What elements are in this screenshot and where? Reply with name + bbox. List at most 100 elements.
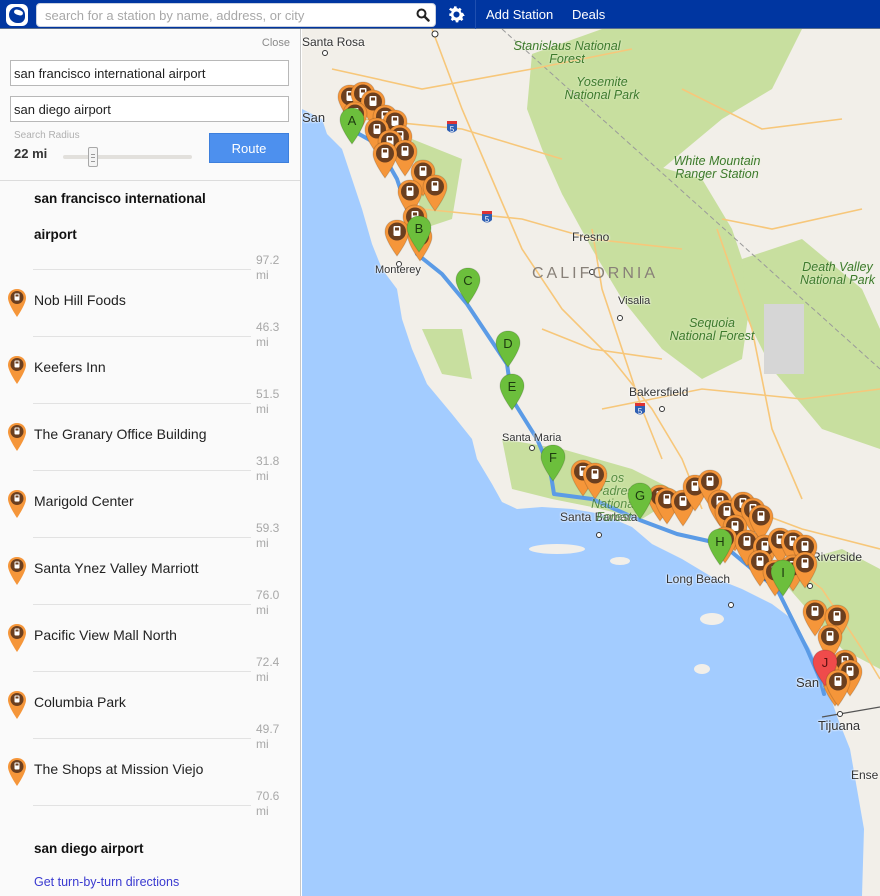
itinerary-stop[interactable]: Columbia Park	[0, 690, 300, 719]
leg-distance: 49.7 mi	[256, 722, 279, 752]
charging-station-pin-icon	[8, 356, 26, 384]
map-park-label: Yosemite National Park	[564, 75, 640, 102]
leg-distance-unit: mi	[256, 402, 269, 416]
nav-divider	[475, 0, 476, 29]
trip-planner-sidebar: Close Search Radius 22 mi Route san fran…	[0, 29, 301, 896]
destination-input[interactable]	[11, 97, 288, 121]
gear-icon[interactable]	[446, 4, 467, 25]
leg-distance: 97.2 mi	[256, 253, 279, 283]
waypoint-letter: F	[549, 450, 557, 465]
search-radius-slider-handle[interactable]	[88, 147, 98, 167]
stop-name: The Shops at Mission Viejo	[34, 761, 204, 777]
stop-name: Marigold Center	[34, 493, 134, 509]
stop-name: Santa Ynez Valley Marriott	[34, 560, 199, 576]
search-radius-value: 22 mi	[14, 146, 48, 161]
itinerary-stop[interactable]: Keefers Inn	[0, 355, 300, 384]
leg-distance: 46.3 mi	[256, 320, 279, 350]
island	[610, 557, 630, 565]
map-park-label: Sequoia National Forest	[669, 316, 755, 343]
charging-station-pin-icon	[8, 691, 26, 719]
stop-name: Keefers Inn	[34, 359, 106, 375]
leg-distance-unit: mi	[256, 469, 269, 483]
turn-by-turn-link[interactable]: Get turn-by-turn directions	[34, 875, 179, 889]
leg-distance-value: 59.3	[256, 521, 280, 535]
leg-distance: 59.3 mi	[256, 521, 279, 551]
leg-divider	[33, 403, 251, 404]
map-place-label: San	[302, 110, 326, 125]
leg-distance-value: 49.7	[256, 722, 280, 736]
waypoint-letter: I	[781, 565, 785, 580]
leg-distance-value: 46.3	[256, 320, 280, 334]
leg-distance-unit: mi	[256, 335, 269, 349]
leg-distance-value: 76.0	[256, 588, 280, 602]
deals-link[interactable]: Deals	[572, 7, 605, 22]
itinerary-stop[interactable]: The Granary Office Building	[0, 422, 300, 451]
leg-divider	[33, 805, 251, 806]
leg-divider	[33, 738, 251, 739]
station-search-box	[36, 3, 436, 27]
map-place-label: Santa Rosa	[302, 35, 365, 49]
map-view[interactable]: 5 5 5 15 Santa Rosa San Monterey Fresno …	[302, 29, 880, 896]
map-park-label: White Mountain Ranger Station	[673, 154, 761, 181]
leg-distance-unit: mi	[256, 804, 269, 818]
leg-divider	[33, 671, 251, 672]
leg-distance-unit: mi	[256, 268, 269, 282]
leg-distance: 70.6 mi	[256, 789, 279, 819]
station-search-input[interactable]	[37, 4, 407, 26]
map-place-label: Long Beach	[666, 572, 731, 586]
route-button[interactable]: Route	[209, 133, 289, 163]
map-place-label: Tijuana	[818, 718, 861, 733]
plugshare-logo-icon[interactable]	[6, 4, 28, 26]
charging-station-pin-icon	[8, 490, 26, 518]
stop-name: Columbia Park	[34, 694, 126, 710]
waypoint-letter: H	[715, 534, 724, 549]
leg-distance: 31.8 mi	[256, 454, 279, 484]
leg-distance-value: 51.5	[256, 387, 280, 401]
island	[529, 544, 585, 554]
waypoint-letter: B	[415, 221, 424, 236]
leg-distance: 72.4 mi	[256, 655, 279, 685]
charging-station-pin-icon	[8, 557, 26, 585]
leg-divider	[33, 269, 251, 270]
stop-name: Pacific View Mall North	[34, 627, 177, 643]
map-place-label: Visalia	[618, 295, 651, 307]
map-place-label: Santa Maria	[502, 432, 562, 444]
svg-text:J: J	[822, 655, 829, 670]
svg-text:5: 5	[450, 125, 455, 134]
route-start-label: san francisco international airport	[34, 191, 206, 242]
map-place-label: Monterey	[375, 264, 421, 276]
waypoint-letter: G	[635, 488, 645, 503]
itinerary-stop[interactable]: Pacific View Mall North	[0, 623, 300, 652]
leg-divider	[33, 336, 251, 337]
origin-input[interactable]	[11, 61, 288, 85]
leg-distance-value: 31.8	[256, 454, 280, 468]
map-state-label: CALIFORNIA	[532, 265, 659, 282]
itinerary-stop[interactable]: Marigold Center	[0, 489, 300, 518]
map-park-label: Death Valley National Park	[799, 260, 876, 287]
add-station-link[interactable]: Add Station	[486, 7, 553, 22]
map-park-label: Stanislaus National Forest	[513, 39, 621, 66]
search-radius-slider[interactable]	[63, 155, 192, 159]
restricted-area	[764, 304, 804, 374]
charging-station-pin-icon	[8, 289, 26, 317]
island	[694, 664, 710, 674]
itinerary-stop[interactable]: The Shops at Mission Viejo	[0, 757, 300, 786]
leg-distance: 76.0 mi	[256, 588, 279, 618]
origin-field	[10, 60, 289, 86]
leg-divider	[33, 470, 251, 471]
leg-distance: 51.5 mi	[256, 387, 279, 417]
stop-name: The Granary Office Building	[34, 426, 207, 442]
itinerary-stop[interactable]: Nob Hill Foods	[0, 288, 300, 317]
leg-distance-unit: mi	[256, 536, 269, 550]
waypoint-letter: D	[503, 336, 512, 351]
leg-divider	[33, 537, 251, 538]
island	[700, 613, 724, 625]
map-place-label: Ense	[851, 768, 879, 782]
itinerary-stop[interactable]: Santa Ynez Valley Marriott	[0, 556, 300, 585]
leg-distance-unit: mi	[256, 603, 269, 617]
close-trip-planner-link[interactable]: Close	[262, 37, 290, 49]
search-icon[interactable]	[416, 8, 430, 22]
leg-distance-unit: mi	[256, 737, 269, 751]
search-radius-label: Search Radius	[14, 130, 80, 141]
charging-station-pin-icon	[8, 423, 26, 451]
